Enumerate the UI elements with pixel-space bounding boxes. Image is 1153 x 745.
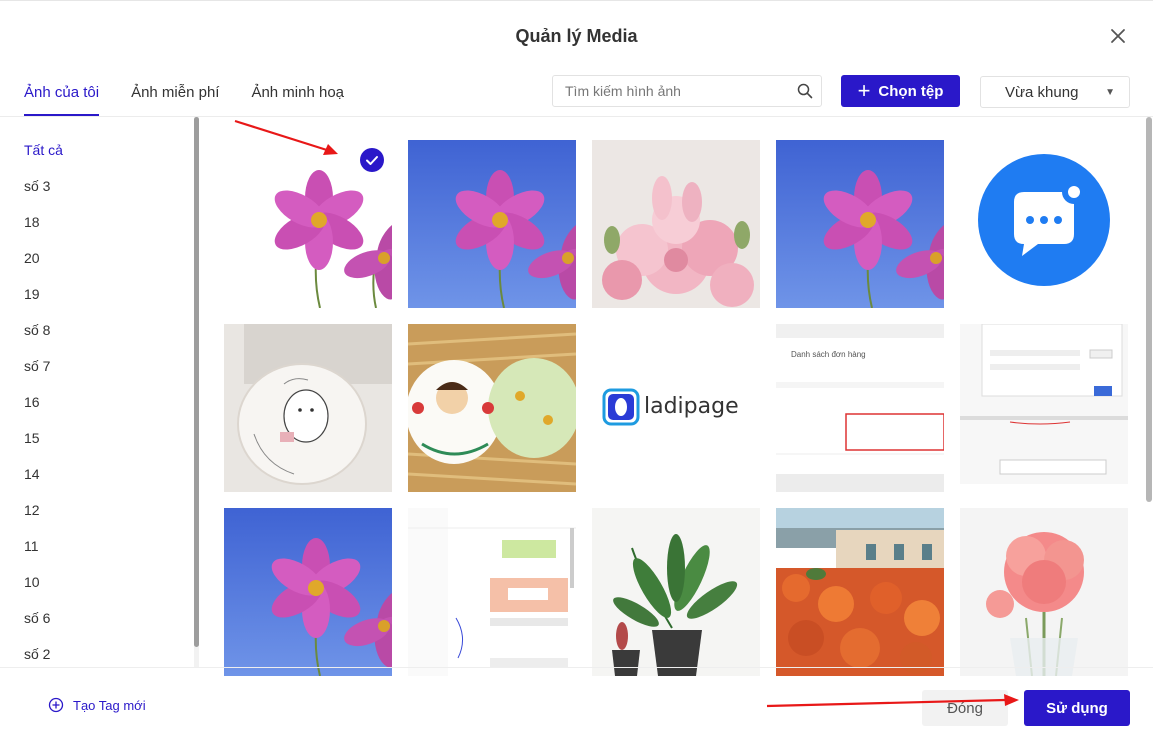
caret-down-icon: ▼ bbox=[1105, 87, 1115, 98]
scrollbar-thumb[interactable] bbox=[1146, 117, 1152, 502]
order-list-heading: Danh sách đơn hàng bbox=[791, 350, 866, 359]
plus-icon: + bbox=[857, 78, 871, 103]
image-tile-potted-plant[interactable] bbox=[592, 508, 760, 676]
sidebar-item[interactable]: 16 bbox=[24, 384, 184, 420]
image-tile-pink-peony[interactable] bbox=[960, 508, 1128, 676]
sidebar-item[interactable]: 18 bbox=[24, 204, 184, 240]
use-button[interactable]: Sử dụng bbox=[1024, 690, 1130, 726]
media-tabs: Ảnh của tôi Ảnh miễn phí Ảnh minh hoạ bbox=[24, 74, 376, 116]
create-tag-label: Tạo Tag mới bbox=[73, 697, 146, 713]
image-tile-orange-flower-garden[interactable] bbox=[776, 508, 944, 676]
sidebar-scrollbar[interactable] bbox=[194, 117, 199, 668]
tab-free-images[interactable]: Ảnh miễn phí bbox=[131, 74, 219, 116]
image-tile-editor-screenshot[interactable] bbox=[408, 508, 576, 676]
close-icon[interactable] bbox=[1108, 26, 1128, 46]
sidebar-item[interactable]: 11 bbox=[24, 528, 184, 564]
image-tile-pink-roses[interactable] bbox=[592, 140, 760, 308]
footer-divider bbox=[0, 667, 1153, 668]
sidebar-item[interactable]: 20 bbox=[24, 240, 184, 276]
image-tile-cosmos-flower[interactable] bbox=[408, 140, 576, 308]
sidebar-item-all[interactable]: Tất cả bbox=[24, 132, 184, 168]
close-button[interactable]: Đóng bbox=[922, 690, 1008, 726]
ladipage-logo-text: ladipage bbox=[644, 394, 739, 419]
search-icon[interactable] bbox=[797, 83, 813, 99]
image-tile-cosmos-flower[interactable] bbox=[776, 140, 944, 308]
image-tile-birthday-cakes[interactable] bbox=[408, 324, 576, 492]
image-tile-order-list-screenshot[interactable]: Danh sách đơn hàng bbox=[776, 324, 944, 492]
sidebar-item[interactable]: số 3 bbox=[24, 168, 184, 204]
sidebar-item[interactable]: 10 bbox=[24, 564, 184, 600]
image-tile-dialog-screenshot[interactable] bbox=[960, 324, 1128, 492]
sidebar-item[interactable]: số 6 bbox=[24, 600, 184, 636]
sidebar-item[interactable]: 19 bbox=[24, 276, 184, 312]
image-tile-chat-logo[interactable] bbox=[960, 140, 1128, 308]
search-box bbox=[552, 75, 822, 107]
sidebar-item[interactable]: 15 bbox=[24, 420, 184, 456]
plus-circle-icon bbox=[48, 697, 64, 713]
fit-mode-value: Vừa khung bbox=[1005, 84, 1079, 101]
grid-scrollbar[interactable] bbox=[1146, 117, 1152, 667]
choose-file-label: Chọn tệp bbox=[878, 82, 944, 100]
search-input[interactable] bbox=[553, 76, 783, 106]
tag-sidebar: Tất cả số 3 18 20 19 số 8 số 7 16 15 14 … bbox=[24, 132, 184, 672]
image-tile-birthday-cake[interactable] bbox=[224, 324, 392, 492]
sidebar-item[interactable]: 14 bbox=[24, 456, 184, 492]
sidebar-item[interactable]: số 8 bbox=[24, 312, 184, 348]
header-divider bbox=[0, 116, 1153, 117]
create-tag-button[interactable]: Tạo Tag mới bbox=[48, 697, 146, 713]
image-tile-ladipage-logo[interactable]: ladipage bbox=[592, 324, 760, 492]
scrollbar-thumb[interactable] bbox=[194, 117, 199, 647]
sidebar-item[interactable]: số 7 bbox=[24, 348, 184, 384]
choose-file-button[interactable]: + Chọn tệp bbox=[841, 75, 960, 107]
image-tile-cosmos-flower[interactable] bbox=[224, 508, 392, 676]
top-border bbox=[0, 0, 1153, 1]
tab-illustrations[interactable]: Ảnh minh hoạ bbox=[251, 74, 344, 116]
sidebar-item[interactable]: 12 bbox=[24, 492, 184, 528]
selected-check-icon bbox=[360, 148, 384, 172]
image-tile-cosmos-flower[interactable] bbox=[224, 140, 392, 308]
fit-mode-select[interactable]: Vừa khung ▼ bbox=[980, 76, 1130, 108]
tab-my-images[interactable]: Ảnh của tôi bbox=[24, 74, 100, 116]
modal-title: Quản lý Media bbox=[515, 26, 638, 46]
